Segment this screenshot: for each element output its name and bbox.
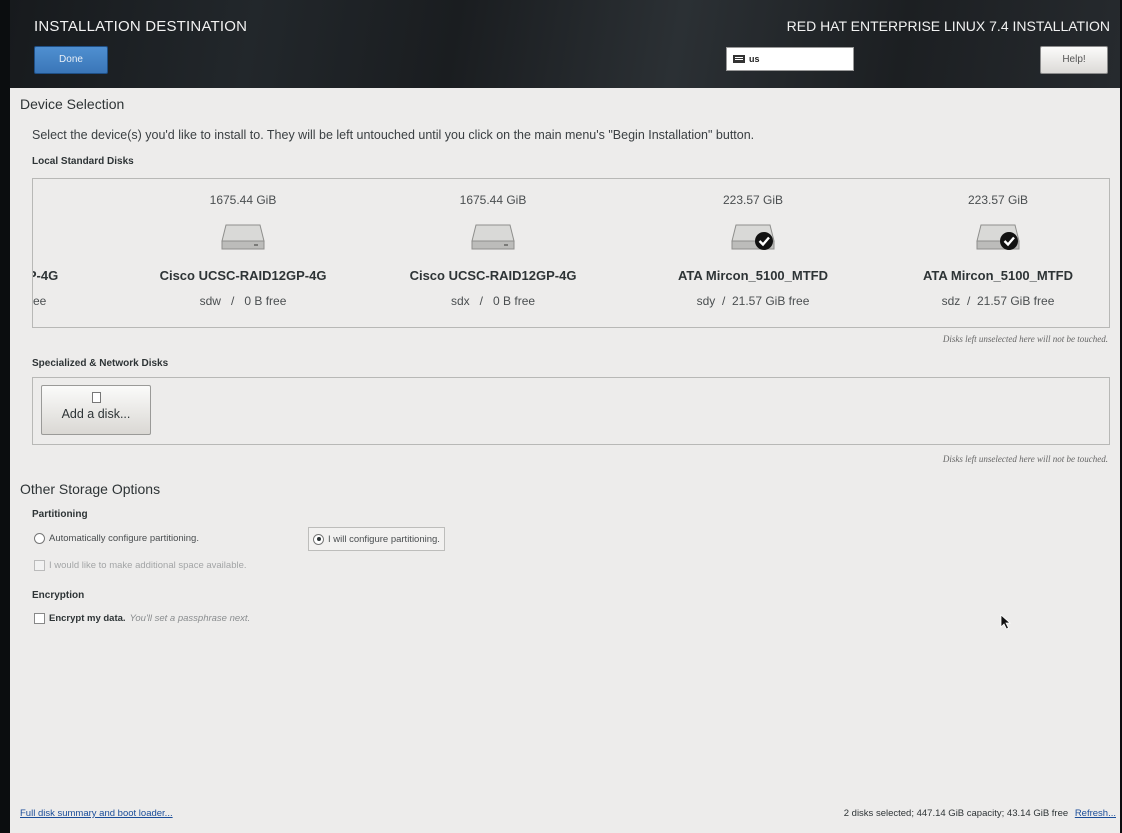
disk-device: sdy — [696, 294, 716, 308]
disk-size: 223.57 GiB — [722, 193, 784, 207]
network-disks-panel: Add a disk... — [32, 377, 1110, 445]
disk-separator: / — [479, 294, 483, 308]
disk-device: sdx — [450, 294, 470, 308]
partitioning-heading: Partitioning — [32, 509, 88, 520]
disk-item[interactable]: 1675.44 GiB Cisco UCSC-RAID12GP-4G sdx /… — [383, 179, 603, 327]
radio-on-icon — [313, 533, 324, 545]
hard-disk-icon — [221, 224, 265, 250]
radio-off-icon — [34, 532, 45, 544]
disk-free: 21.57 GiB free — [976, 294, 1055, 308]
disk-item-selected[interactable]: 223.57 GiB ATA Mircon_5100_MTFD sdz / 21… — [893, 179, 1103, 327]
disk-name: Cisco UCSC-RAID12GP-4G — [409, 268, 577, 283]
disk-separator: / — [230, 294, 235, 308]
local-disks-panel: GP-4G ee 1675.44 GiB Cisco UCSC-RAID12GP… — [32, 178, 1110, 328]
page-title: INSTALLATION DESTINATION — [34, 18, 248, 35]
disk-device: sdz — [941, 294, 961, 308]
disk-free: 0 B free — [493, 294, 536, 308]
disk-separator: / — [721, 294, 726, 308]
keyboard-layout-indicator[interactable]: us — [726, 47, 854, 71]
installer-window: INSTALLATION DESTINATION Done RED HAT EN… — [10, 0, 1120, 833]
disk-name: Cisco UCSC-RAID12GP-4G — [159, 268, 327, 283]
keyboard-layout-label: us — [749, 54, 760, 64]
local-disks-heading: Local Standard Disks — [32, 156, 134, 167]
product-title: RED HAT ENTERPRISE LINUX 7.4 INSTALLATIO… — [786, 18, 1110, 34]
disk-free: 21.57 GiB free — [731, 294, 810, 308]
disk-separator: / — [966, 294, 971, 308]
disk-meta: sdy / 21.57 GiB free — [648, 294, 858, 308]
additional-space-checkbox[interactable]: I would like to make additional space av… — [34, 557, 247, 573]
disk-name: ATA Mircon_5100_MTFD — [677, 268, 828, 283]
refresh-link[interactable]: Refresh... — [1075, 808, 1116, 819]
help-button[interactable]: Help! — [1040, 46, 1108, 74]
disk-meta: sdx / 0 B free — [383, 294, 603, 308]
auto-partitioning-label: Automatically configure partitioning. — [49, 532, 199, 544]
disk-size: 1675.44 GiB — [209, 193, 277, 207]
disk-item-selected[interactable]: 223.57 GiB ATA Mircon_5100_MTFD sdy / 21… — [648, 179, 858, 327]
add-disk-icon — [91, 392, 101, 403]
manual-partitioning-radio[interactable]: I will configure partitioning. — [308, 527, 445, 551]
network-disks-hint: Disks left unselected here will not be t… — [942, 454, 1108, 464]
encrypt-note: You'll set a passphrase next. — [129, 612, 251, 624]
disk-item[interactable]: 1675.44 GiB Cisco UCSC-RAID12GP-4G sdw /… — [133, 179, 353, 327]
hard-disk-icon — [471, 224, 515, 250]
hard-disk-selected-icon — [731, 224, 775, 250]
encryption-heading: Encryption — [32, 590, 85, 601]
checkbox-icon — [34, 559, 45, 571]
full-disk-summary-link[interactable]: Full disk summary and boot loader... — [20, 808, 173, 819]
additional-space-label: I would like to make additional space av… — [49, 559, 247, 571]
mouse-pointer-icon — [1000, 614, 1012, 630]
network-disks-heading: Specialized & Network Disks — [32, 358, 169, 369]
keyboard-icon — [733, 55, 745, 63]
local-disks-hint: Disks left unselected here will not be t… — [942, 334, 1108, 344]
disk-free: 0 B free — [244, 294, 287, 308]
checkbox-icon — [34, 612, 45, 624]
device-selection-heading: Device Selection — [20, 96, 125, 112]
header-bar: INSTALLATION DESTINATION Done RED HAT EN… — [10, 0, 1120, 88]
add-disk-label: Add a disk... — [61, 407, 131, 421]
hard-disk-selected-icon — [976, 224, 1020, 250]
disk-size: 1675.44 GiB — [459, 193, 527, 207]
encrypt-label: Encrypt my data. — [49, 612, 126, 624]
disk-meta: sdw / 0 B free — [133, 294, 353, 308]
storage-status: 2 disks selected; 447.14 GiB capacity; 4… — [844, 808, 1116, 819]
device-selection-description: Select the device(s) you'd like to insta… — [32, 128, 755, 142]
manual-partitioning-label: I will configure partitioning. — [328, 533, 440, 545]
add-disk-button[interactable]: Add a disk... — [41, 385, 151, 435]
disk-size: 223.57 GiB — [967, 193, 1029, 207]
disk-name: ATA Mircon_5100_MTFD — [922, 268, 1073, 283]
disk-item[interactable]: GP-4G ee — [33, 179, 103, 327]
done-button[interactable]: Done — [34, 46, 108, 74]
other-storage-heading: Other Storage Options — [20, 481, 161, 497]
storage-summary-text: 2 disks selected; 447.14 GiB capacity; 4… — [843, 808, 1069, 819]
disk-name: GP-4G — [33, 268, 59, 283]
disk-meta: sdz / 21.57 GiB free — [893, 294, 1103, 308]
auto-partitioning-radio[interactable]: Automatically configure partitioning. — [34, 527, 199, 549]
disk-device: sdw — [199, 294, 221, 308]
encrypt-checkbox[interactable]: Encrypt my data. You'll set a passphrase… — [34, 610, 250, 626]
disk-free: ee — [33, 294, 47, 308]
